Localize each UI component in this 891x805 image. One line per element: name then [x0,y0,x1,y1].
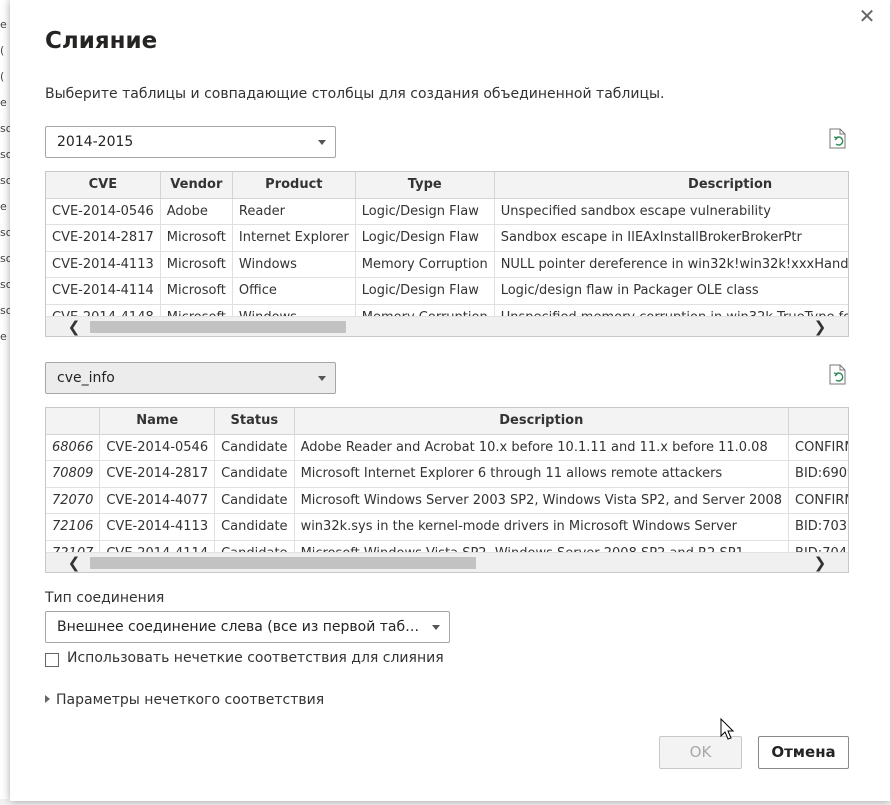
table1-select-value: 2014-2015 [57,134,134,150]
dialog-title: Слияние [45,28,158,54]
background-text: ( [0,70,5,83]
table2-select-value: cve_info [57,370,115,386]
table-cell: Adobe Reader and Acrobat 10.x before 10.… [294,434,790,461]
table-cell: CVE-2014-4113 [46,251,161,278]
column-header[interactable]: Status [214,408,295,435]
table-cell: Microsoft Internet Explorer 6 through 11… [294,460,790,488]
table-cell: 72106 [46,513,101,541]
table-row[interactable]: 72070 CVE-2014-4077 Candidate Microsoft Win… [46,487,848,514]
table-cell: Logic/design flaw in Packager OLE class [494,277,848,305]
column-header[interactable]: Product [232,172,356,199]
table-row[interactable]: 68066 CVE-2014-0546 Candidate Adobe Reader … [46,434,848,461]
refresh-preview-icon[interactable] [828,364,848,386]
background-text: e [0,18,7,31]
background-text: e [0,330,7,343]
scroll-right-icon[interactable]: ❯ [810,317,830,336]
table2-grid: NameStatusDescriptionReferences 68066CVE… [46,408,848,567]
background-text: ( [0,44,5,57]
background-text: e [0,96,7,109]
table-cell: BID:69092 | URL:http://www.securityfocus… [788,460,848,488]
chevron-down-icon [432,625,440,630]
table-cell: Logic/Design Flaw [355,224,495,252]
table2-preview[interactable]: NameStatusDescriptionReferences 68066CVE… [45,407,849,573]
column-header[interactable]: References [788,408,848,435]
column-header[interactable]: Name [99,408,216,435]
table-cell: Logic/Design Flaw [355,277,495,305]
fuzzy-options-label: Параметры нечеткого соответствия [56,692,325,708]
table-cell: Internet Explorer [232,224,356,252]
table1-preview[interactable]: CVE Vendor Product Type Description CVE-2014… [45,171,849,337]
table-cell: Sandbox escape in IIEAxInstallBrokerBrok… [494,224,848,252]
table-row[interactable]: CVE-2014-2817 Microsoft Internet Explorer L… [46,224,848,252]
scroll-left-icon[interactable]: ❮ [64,553,84,572]
table-row[interactable]: 72106 CVE-2014-4113 Candidate win32k.sys in… [46,513,848,541]
table-cell: CVE-2014-0546 [99,434,216,461]
table-row[interactable]: CVE-2014-0546 Adobe Reader Logic/Design Fla… [46,198,848,225]
table-cell: Candidate [214,487,295,514]
table-cell: Windows [232,251,356,278]
table-cell: CVE-2014-2817 [99,460,216,488]
close-icon[interactable]: ✕ [857,6,877,26]
table-cell: 68066 [46,434,101,461]
table-cell: CVE-2014-0546 [46,198,161,225]
table-cell: CVE-2014-4114 [46,277,161,305]
table1-select[interactable]: 2014-2015 [45,126,336,158]
join-kind-value: Внешнее соединение слева (все из первой … [57,619,449,635]
table-cell: Microsoft Windows Server 2003 SP2, Windo… [294,487,790,514]
join-kind-label: Тип соединения [45,590,165,606]
scrollbar-thumb[interactable] [90,321,346,333]
join-kind-select[interactable]: Внешнее соединение слева (все из первой … [45,611,450,643]
table-row[interactable]: CVE-2014-4114 Microsoft Office Logic/Design… [46,277,848,305]
table-row[interactable]: 70809 CVE-2014-2817 Candidate Microsoft Int… [46,460,848,488]
table-cell: Candidate [214,434,295,461]
table-cell: Reader [232,198,356,225]
table-cell: Microsoft [160,251,233,278]
column-header[interactable]: Description [294,408,790,435]
table-row[interactable]: CVE-2014-4113 Microsoft Windows Memory Corr… [46,251,848,278]
table-cell: NULL pointer dereference in win32k!win32… [494,251,848,278]
table-cell: Office [232,277,356,305]
fuzzy-matching-label[interactable]: Использовать нечеткие соответствия для с… [67,650,444,666]
table-cell: Memory Corruption [355,251,495,278]
dialog-subtitle: Выберите таблицы и совпадающие столбцы д… [45,86,665,102]
table-cell: BID:70364 | URL:http://www.securityfocus… [788,513,848,541]
table-cell: Adobe [160,198,233,225]
mouse-pointer-icon [720,718,735,740]
table-cell: CVE-2014-4077 [99,487,216,514]
column-header[interactable]: CVE [46,172,161,199]
scroll-left-icon[interactable]: ❮ [64,317,84,336]
table-cell: 70809 [46,460,101,488]
fuzzy-options-expander[interactable]: Параметры нечеткого соответствия [45,692,324,708]
table-cell: CONFIRM:http://helpx.adobe.com [788,434,848,461]
table-cell: 72070 [46,487,101,514]
column-header[interactable]: Type [355,172,495,199]
table-cell: CVE-2014-4113 [99,513,216,541]
chevron-right-icon [45,695,50,703]
table-cell: Microsoft [160,277,233,305]
table2-select[interactable]: cve_info [45,362,336,394]
column-header[interactable]: Vendor [160,172,233,199]
table-cell: win32k.sys in the kernel-mode drivers in… [294,513,790,541]
table1-grid: CVE Vendor Product Type Description CVE-2014… [46,172,848,331]
fuzzy-matching-checkbox[interactable] [45,653,59,667]
table-cell: Logic/Design Flaw [355,198,495,225]
table-cell: Unspecified sandbox escape vulnerability [494,198,848,225]
scrollbar-thumb[interactable] [90,557,476,569]
merge-dialog: ✕ Слияние Выберите таблицы и совпадающие… [10,0,890,801]
cancel-button[interactable]: Отмена [758,736,849,769]
scroll-right-icon[interactable]: ❯ [810,553,830,572]
table-cell: Candidate [214,513,295,541]
table-cell: Microsoft [160,224,233,252]
refresh-preview-icon[interactable] [828,128,848,150]
column-header[interactable] [46,408,101,435]
background-text: e [0,200,7,213]
table-cell: CVE-2014-2817 [46,224,161,252]
chevron-down-icon [318,376,326,381]
table-cell: Candidate [214,460,295,488]
column-header[interactable]: Description [494,172,848,199]
table-cell: CONFIRM:http://blogs.technet.com [788,487,848,514]
chevron-down-icon [318,140,326,145]
table2-horizontal-scrollbar[interactable]: ❮ ❯ [46,552,848,572]
table1-horizontal-scrollbar[interactable]: ❮ ❯ [46,316,848,336]
